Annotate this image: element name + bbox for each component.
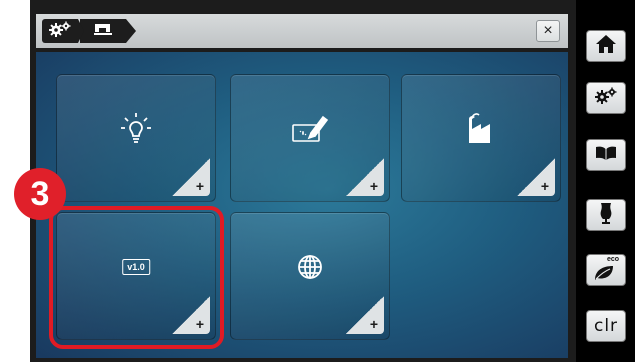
- home-icon: [595, 34, 617, 59]
- plus-icon: +: [540, 178, 549, 194]
- settings-button[interactable]: [586, 82, 626, 114]
- eco-button[interactable]: eco: [586, 254, 626, 286]
- tile-language[interactable]: +: [230, 212, 390, 340]
- close-button[interactable]: ×: [536, 20, 560, 42]
- clr-label: clr: [593, 316, 619, 336]
- eco-label: eco: [606, 256, 619, 263]
- factory-icon: [463, 113, 499, 145]
- tile-light-settings[interactable]: +: [56, 74, 216, 202]
- right-sidebar: eco clr: [576, 0, 635, 362]
- sewing-machine-icon: [93, 22, 113, 41]
- step-badge: 3: [14, 168, 66, 220]
- plus-icon: +: [369, 178, 378, 194]
- highlight-frame: [49, 206, 224, 349]
- tile-corner: [346, 296, 384, 334]
- touchscreen-calibration-icon: [289, 112, 331, 146]
- top-toolbar: ×: [36, 14, 568, 48]
- tile-factory-settings[interactable]: +: [401, 74, 561, 202]
- eco-icon: eco: [593, 256, 619, 282]
- clear-button[interactable]: clr: [586, 310, 626, 342]
- tile-screen-calibration[interactable]: +: [230, 74, 390, 202]
- home-button[interactable]: [586, 30, 626, 62]
- book-icon: [594, 145, 618, 166]
- close-icon: ×: [543, 22, 553, 39]
- breadcrumb-machine[interactable]: [80, 19, 136, 43]
- tile-corner: [517, 158, 555, 196]
- dress-form-icon: [597, 201, 615, 230]
- light-bulb-icon: [116, 111, 156, 147]
- tile-corner: [346, 158, 384, 196]
- plus-icon: +: [369, 316, 378, 332]
- dress-form-button[interactable]: [586, 199, 626, 231]
- tile-corner: [172, 158, 210, 196]
- gears-icon: [48, 21, 72, 42]
- guide-button[interactable]: [586, 139, 626, 171]
- plus-icon: +: [195, 178, 204, 194]
- settings-icon: [594, 87, 618, 110]
- globe-icon: [295, 252, 325, 282]
- breadcrumb-settings[interactable]: [42, 19, 84, 43]
